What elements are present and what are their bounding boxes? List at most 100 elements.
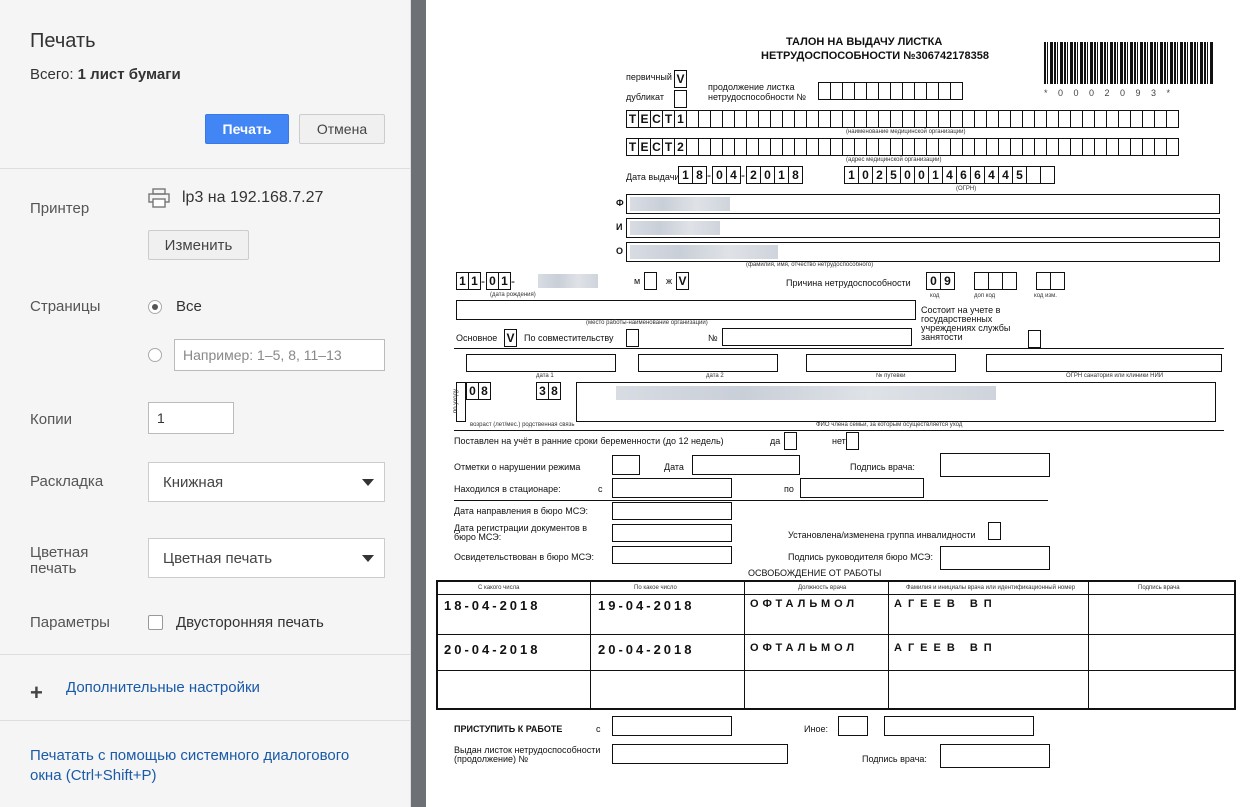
table-header-from: С какого числа (478, 585, 520, 591)
pages-range-input[interactable]: Например: 1–5, 8, 11–13 (174, 339, 385, 371)
release-title: ОСВОБОЖДЕНИЕ ОТ РАБОТЫ (748, 568, 882, 578)
return-date-field (612, 716, 732, 736)
sanatorium-caption: ОГРН санатория или клиники НИИ (1066, 373, 1164, 379)
doc-title-line1: ТАЛОН НА ВЫДАЧУ ЛИСТКА (786, 36, 943, 48)
redacted-birth-year (538, 274, 598, 288)
plus-icon: + (30, 680, 43, 705)
care-captions: возраст (лет/мес.) родственная связь (470, 422, 575, 428)
release-table: С какого числа По какое число Должность … (436, 580, 1236, 710)
redacted-name (630, 221, 720, 235)
hospital-to-field (800, 478, 924, 498)
layout-select[interactable]: Книжная (148, 462, 385, 502)
table-header-to: По какое число (634, 585, 677, 591)
system-dialog-link[interactable]: Печатать с помощью системного диалоговог… (30, 746, 370, 786)
table-header-sign: Подпись врача (1138, 585, 1180, 591)
print-button[interactable]: Печать (205, 114, 289, 144)
total-prefix: Всего: (30, 66, 74, 83)
printer-name: lp3 на 192.168.7.27 (182, 189, 324, 206)
work-place-field (456, 300, 916, 320)
part-time-check (626, 329, 639, 347)
duplex-checkbox[interactable] (148, 615, 163, 630)
return-to-work-label: ПРИСТУПИТЬ К РАБОТЕ (454, 724, 563, 734)
change-printer-button[interactable]: Изменить (148, 230, 249, 260)
mse-registration-label: Дата регистрации документов в бюро МСЭ: (454, 523, 588, 542)
ogrn-caption: (ОГРН) (956, 186, 977, 192)
voucher-field (806, 354, 956, 372)
violation-sign-field (940, 453, 1050, 477)
number-sign: № (708, 333, 718, 343)
dialog-title: Печать (30, 30, 96, 52)
total-value: 1 лист бумаги (77, 66, 181, 83)
care-relation-cells: 38 (536, 382, 561, 400)
copies-label: Копии (30, 411, 72, 428)
more-settings-link[interactable]: Дополнительные настройки (66, 679, 260, 696)
date2-field (638, 354, 778, 372)
org-name-caption: (наименование медицинской организации) (846, 129, 966, 135)
violation-date-field (692, 455, 800, 475)
continuation-label: продолжение листка нетрудоспособности № (708, 82, 807, 102)
reason-label: Причина нетрудоспособности (786, 278, 911, 288)
duplicate-label: дубликат (626, 92, 664, 102)
color-value: Цветная печать (163, 549, 273, 567)
printer-destination: lp3 на 192.168.7.27 (148, 188, 323, 208)
primary-label: первичный (626, 72, 672, 82)
other-date-field (884, 716, 1034, 736)
mse-head-sign-field (940, 546, 1050, 570)
redacted-patronymic (630, 245, 778, 259)
divider (438, 634, 1234, 635)
employment-check (1028, 330, 1041, 348)
mse-head-sign-label: Подпись руководителя бюро МСЭ: (788, 552, 933, 562)
hospital-label: Находился в стационаре: (454, 484, 561, 494)
care-age-cells: 08 (466, 382, 491, 400)
divider (0, 168, 410, 169)
no-check (846, 432, 859, 450)
ogrn-cells: 1025001466445 (844, 166, 1055, 184)
pages-all-label: Все (176, 298, 202, 315)
table-header-doctor: Фамилия и инициалы врача или идентификац… (906, 585, 1076, 591)
disability-group-check (988, 522, 1001, 540)
yes-check (784, 432, 797, 450)
care-label: по уходу (452, 389, 459, 413)
divider (438, 670, 1234, 671)
copies-input[interactable]: 1 (148, 402, 234, 434)
divider (888, 582, 889, 708)
row2-to: 20-04-2018 (598, 642, 695, 657)
hospital-from-label: с (598, 484, 603, 494)
date1-caption: дата 1 (536, 373, 554, 379)
table-header-position: Должность врача (798, 585, 847, 591)
divider (590, 582, 591, 708)
dropdown-arrow-icon (362, 479, 374, 486)
duplex-label: Двусторонняя печать (176, 614, 324, 631)
divider (0, 654, 410, 655)
preview-scroll-gutter (411, 0, 427, 807)
pages-all-radio[interactable] (148, 300, 162, 314)
f-label: Ф (616, 198, 624, 208)
cancel-button[interactable]: Отмена (299, 114, 385, 144)
color-label: Цветная печать (30, 544, 89, 577)
voucher-caption: № путевки (876, 373, 906, 379)
reason-code-cells: 09 (926, 272, 955, 290)
print-settings-sidebar: Печать Всего: 1 лист бумаги Печать Отмен… (0, 0, 411, 807)
document-page: ТАЛОН НА ВЫДАЧУ ЛИСТКА НЕТРУДОСПОСОБНОСТ… (426, 0, 1244, 807)
pages-custom-radio[interactable] (148, 348, 162, 362)
mse-exam-label: Освидетельствован в бюро МСЭ: (454, 552, 594, 562)
work-caption: (место работы-наименование организации) (586, 320, 708, 326)
employment-label: Состоит на учете в государственных учреж… (921, 305, 1011, 342)
barcode-text: * 0 0 0 2 0 9 3 * (1044, 88, 1175, 98)
divider (1088, 582, 1089, 708)
layout-label: Раскладка (30, 473, 104, 490)
row2-doctor: АГЕЕВ ВП (894, 642, 998, 654)
date2-caption: дата 2 (706, 373, 724, 379)
row1-doctor: АГЕЕВ ВП (894, 598, 998, 610)
yes-label: да (770, 436, 781, 446)
row2-position: ОФТАЛЬМОЛ (750, 642, 859, 654)
total-sheets: Всего: 1 лист бумаги (30, 66, 181, 83)
i-label: И (616, 222, 623, 232)
disability-group-label: Установлена/изменена группа инвалидности (788, 530, 976, 540)
org-addr-caption: (адрес медицинской организации) (846, 157, 942, 163)
mse-registration-field (612, 524, 732, 542)
org-addr-cells: ТЕСТ2 (626, 138, 1179, 156)
params-label: Параметры (30, 614, 110, 631)
row2-from: 20-04-2018 (444, 642, 541, 657)
color-select[interactable]: Цветная печать (148, 538, 385, 578)
